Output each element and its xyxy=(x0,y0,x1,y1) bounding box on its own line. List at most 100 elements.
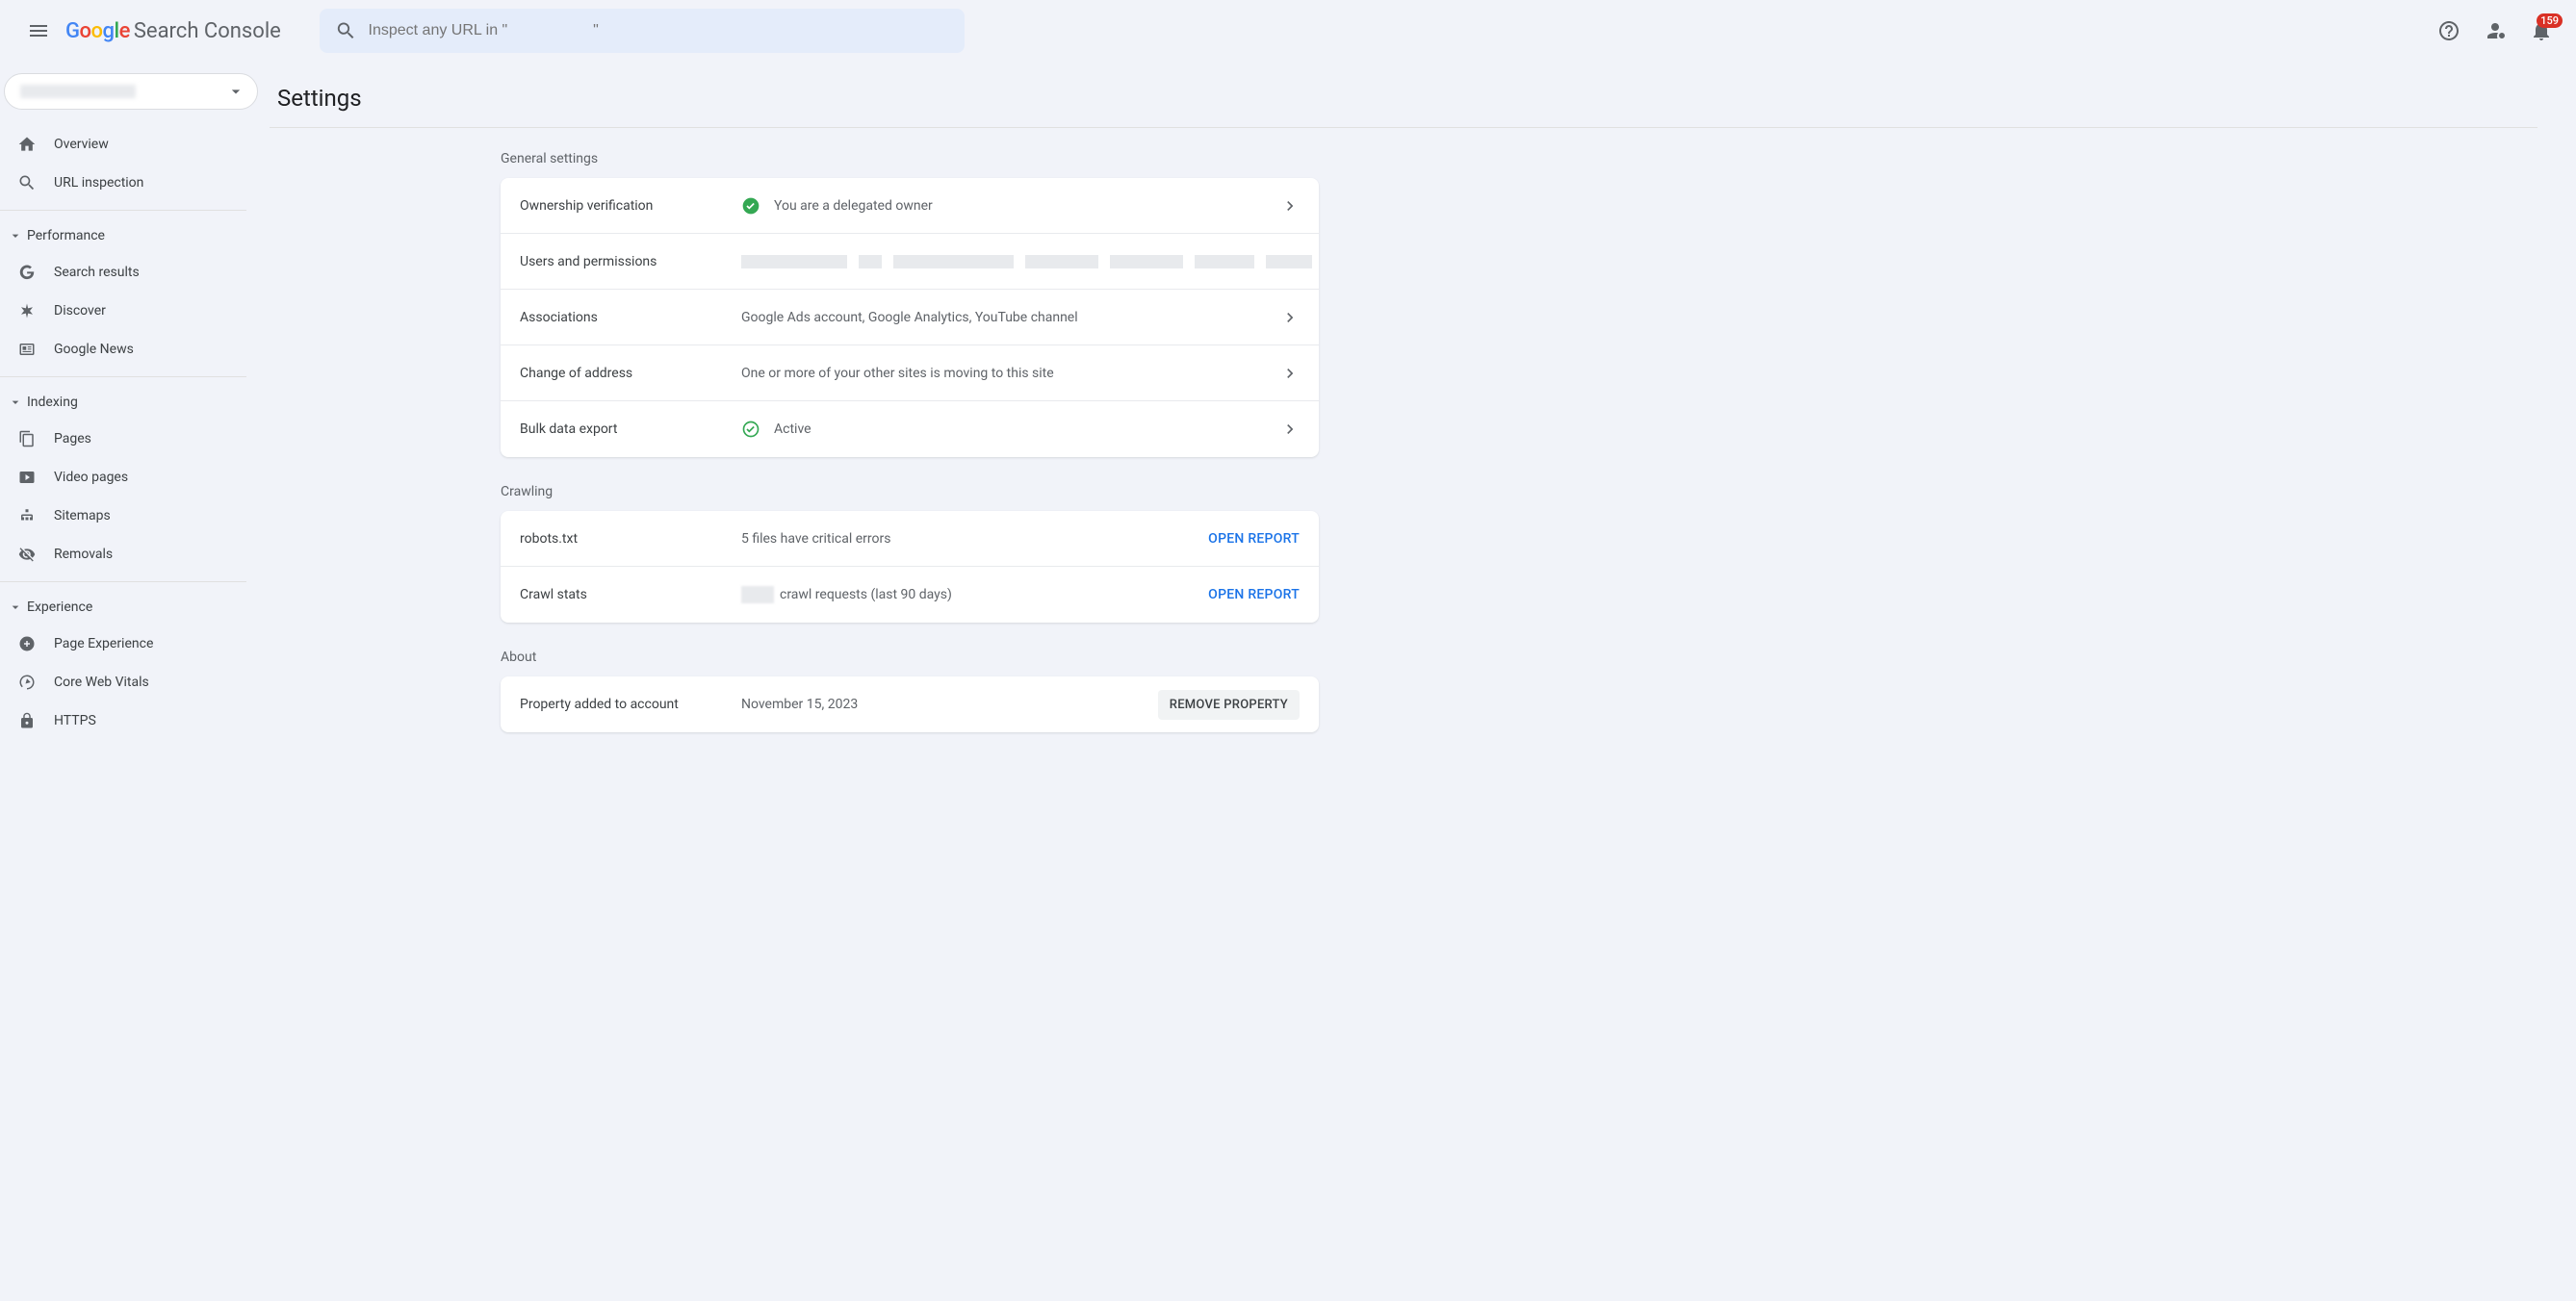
home-icon xyxy=(17,135,37,154)
section-label-crawling: Crawling xyxy=(501,484,1319,499)
chevron-down-icon xyxy=(8,228,23,243)
hamburger-icon xyxy=(27,19,50,42)
chevron-right-icon xyxy=(1280,420,1300,439)
section-indexing[interactable]: Indexing xyxy=(0,385,270,420)
row-desc-text: crawl requests (last 90 days) xyxy=(780,587,952,602)
nav-label: URL inspection xyxy=(54,175,143,191)
row-label: Bulk data export xyxy=(520,421,741,437)
help-button[interactable] xyxy=(2430,12,2468,50)
section-label-general: General settings xyxy=(501,151,1319,166)
visibility-off-icon xyxy=(18,546,36,563)
row-desc-text: Google Ads account, Google Analytics, Yo… xyxy=(741,310,1078,325)
general-settings-card: Ownership verification You are a delegat… xyxy=(501,178,1319,457)
row-change-address[interactable]: Change of address One or more of your ot… xyxy=(501,345,1319,401)
pages-icon xyxy=(18,430,36,447)
row-desc-text: 5 files have critical errors xyxy=(741,531,890,547)
open-report-link[interactable]: OPEN REPORT xyxy=(1208,587,1300,602)
row-label: Ownership verification xyxy=(520,198,741,214)
video-icon xyxy=(18,469,36,486)
row-robots-txt[interactable]: robots.txt 5 files have critical errors … xyxy=(501,511,1319,567)
header-actions: 159 xyxy=(2430,12,2561,50)
section-label: Experience xyxy=(27,599,92,615)
app-header: Google Search Console 159 xyxy=(0,0,2576,62)
chevron-right-icon xyxy=(1280,364,1300,383)
nav-label: Search results xyxy=(54,265,140,280)
asterisk-icon xyxy=(18,302,36,319)
check-circle-outline-icon xyxy=(741,420,760,439)
sitemap-icon xyxy=(18,507,36,524)
nav-label: Video pages xyxy=(54,470,128,485)
people-button[interactable] xyxy=(2476,12,2514,50)
row-bulk-data-export[interactable]: Bulk data export Active xyxy=(501,401,1319,457)
chevron-down-icon xyxy=(8,599,23,615)
redacted-users xyxy=(741,255,1312,268)
property-selector[interactable] xyxy=(4,73,258,110)
row-desc-text: Active xyxy=(774,421,811,437)
nav-page-experience[interactable]: Page Experience xyxy=(0,625,270,663)
property-name-redacted xyxy=(20,85,136,98)
nav-overview[interactable]: Overview xyxy=(0,125,270,164)
logo[interactable]: Google Search Console xyxy=(65,19,281,43)
google-g-icon xyxy=(18,264,36,281)
divider xyxy=(0,581,246,582)
nav-video-pages[interactable]: Video pages xyxy=(0,458,270,497)
nav-label: Google News xyxy=(54,342,134,357)
nav-google-news[interactable]: Google News xyxy=(0,330,270,369)
section-label: Performance xyxy=(27,228,105,243)
redacted-count xyxy=(741,586,774,603)
menu-button[interactable] xyxy=(15,8,62,54)
nav-https[interactable]: HTTPS xyxy=(0,702,270,740)
section-experience[interactable]: Experience xyxy=(0,590,270,625)
nav-label: Pages xyxy=(54,431,91,446)
row-label: Associations xyxy=(520,310,741,325)
search-icon xyxy=(335,19,357,42)
nav-label: Page Experience xyxy=(54,636,153,651)
nav-removals[interactable]: Removals xyxy=(0,535,270,574)
nav-label: Discover xyxy=(54,303,106,319)
row-desc-text: You are a delegated owner xyxy=(774,198,933,214)
url-inspect-bar[interactable] xyxy=(320,9,965,53)
section-label: Indexing xyxy=(27,395,78,410)
row-label: Property added to account xyxy=(520,697,741,712)
notifications-button[interactable]: 159 xyxy=(2522,12,2561,50)
speedometer-icon xyxy=(18,674,36,691)
nav-pages[interactable]: Pages xyxy=(0,420,270,458)
row-crawl-stats[interactable]: Crawl stats crawl requests (last 90 days… xyxy=(501,567,1319,623)
lock-icon xyxy=(18,712,36,729)
page-title: Settings xyxy=(270,62,2537,128)
nav-sitemaps[interactable]: Sitemaps xyxy=(0,497,270,535)
row-ownership-verification[interactable]: Ownership verification You are a delegat… xyxy=(501,178,1319,234)
section-performance[interactable]: Performance xyxy=(0,218,270,253)
help-icon xyxy=(2437,19,2460,42)
sidebar: Overview URL inspection Performance Sear… xyxy=(0,62,270,798)
nav-label: Sitemaps xyxy=(54,508,111,523)
url-inspect-input[interactable] xyxy=(369,22,949,39)
row-label: Change of address xyxy=(520,366,741,381)
chevron-down-icon xyxy=(8,395,23,410)
row-users-permissions[interactable]: Users and permissions xyxy=(501,234,1319,290)
product-name: Search Console xyxy=(134,19,281,43)
check-circle-filled-icon xyxy=(741,196,760,216)
nav-label: HTTPS xyxy=(54,713,96,728)
chevron-right-icon xyxy=(1280,196,1300,216)
people-settings-icon xyxy=(2484,19,2507,42)
crawling-card: robots.txt 5 files have critical errors … xyxy=(501,511,1319,623)
nav-search-results[interactable]: Search results xyxy=(0,253,270,292)
main-content: Settings General settings Ownership veri… xyxy=(270,62,2576,798)
chevron-right-icon xyxy=(1280,308,1300,327)
nav-label: Removals xyxy=(54,547,113,562)
circle-plus-icon xyxy=(18,635,36,652)
row-associations[interactable]: Associations Google Ads account, Google … xyxy=(501,290,1319,345)
about-card: Property added to account November 15, 2… xyxy=(501,676,1319,732)
row-label: Users and permissions xyxy=(520,254,741,269)
remove-property-button[interactable]: REMOVE PROPERTY xyxy=(1158,690,1300,720)
notification-badge: 159 xyxy=(2537,13,2563,28)
nav-core-web-vitals[interactable]: Core Web Vitals xyxy=(0,663,270,702)
nav-url-inspection[interactable]: URL inspection xyxy=(0,164,270,202)
open-report-link[interactable]: OPEN REPORT xyxy=(1208,531,1300,547)
row-desc-text: One or more of your other sites is movin… xyxy=(741,366,1054,381)
news-icon xyxy=(18,341,36,358)
nav-discover[interactable]: Discover xyxy=(0,292,270,330)
google-logo: Google xyxy=(65,19,130,43)
row-label: robots.txt xyxy=(520,531,741,547)
